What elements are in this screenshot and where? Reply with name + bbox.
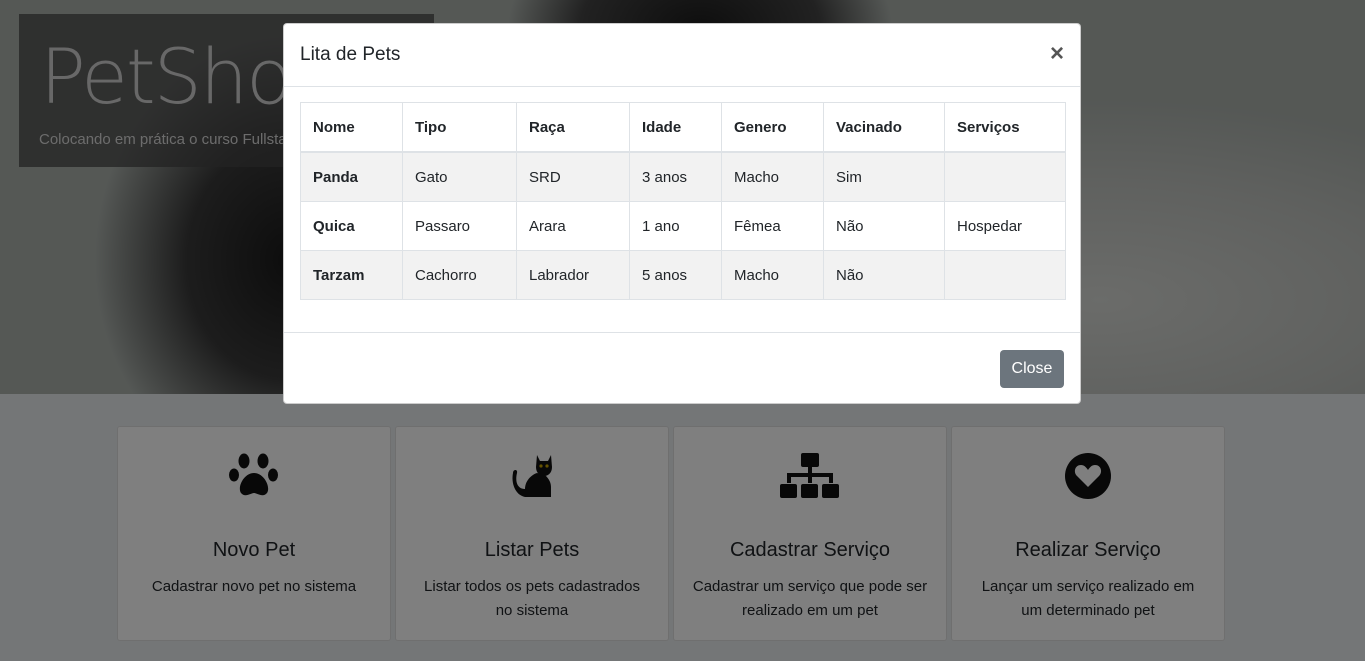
pets-table: Nome Tipo Raça Idade Genero Vacinado Ser…	[300, 102, 1066, 300]
table-cell: Quica	[300, 201, 403, 251]
table-cell: Passaro	[402, 201, 517, 251]
table-cell: Hospedar	[944, 201, 1066, 251]
table-cell: Não	[823, 250, 945, 300]
table-cell: Tarzam	[300, 250, 403, 300]
table-cell: Macho	[721, 151, 824, 202]
column-header: Idade	[629, 102, 722, 153]
column-header: Tipo	[402, 102, 517, 153]
table-cell: Fêmea	[721, 201, 824, 251]
table-row: Panda Gato SRD 3 anos Macho Sim	[300, 151, 1066, 202]
table-cell: 3 anos	[629, 151, 722, 202]
table-cell: Macho	[721, 250, 824, 300]
pets-list-modal: Lita de Pets × Nome Tipo Raça Idade Gene…	[283, 23, 1081, 404]
table-cell: Gato	[402, 151, 517, 202]
table-cell: 5 anos	[629, 250, 722, 300]
modal-title: Lita de Pets	[300, 44, 401, 65]
table-cell: Arara	[516, 201, 630, 251]
column-header: Raça	[516, 102, 630, 153]
column-header: Serviços	[944, 102, 1066, 153]
table-cell: 1 ano	[629, 201, 722, 251]
table-row: Quica Passaro Arara 1 ano Fêmea Não Hosp…	[300, 201, 1066, 251]
table-cell: Não	[823, 201, 945, 251]
column-header: Nome	[300, 102, 403, 153]
modal-footer: Close	[284, 332, 1080, 405]
table-cell	[944, 151, 1066, 202]
table-cell: Panda	[300, 151, 403, 202]
column-header: Vacinado	[823, 102, 945, 153]
modal-header: Lita de Pets ×	[284, 24, 1080, 87]
table-row: Tarzam Cachorro Labrador 5 anos Macho Nã…	[300, 250, 1066, 300]
table-cell: Labrador	[516, 250, 630, 300]
table-header-row: Nome Tipo Raça Idade Genero Vacinado Ser…	[300, 102, 1066, 153]
close-button[interactable]: Close	[1000, 350, 1064, 388]
column-header: Genero	[721, 102, 824, 153]
table-cell: SRD	[516, 151, 630, 202]
table-cell	[944, 250, 1066, 300]
close-icon[interactable]: ×	[1050, 40, 1064, 68]
table-cell: Cachorro	[402, 250, 517, 300]
table-cell: Sim	[823, 151, 945, 202]
